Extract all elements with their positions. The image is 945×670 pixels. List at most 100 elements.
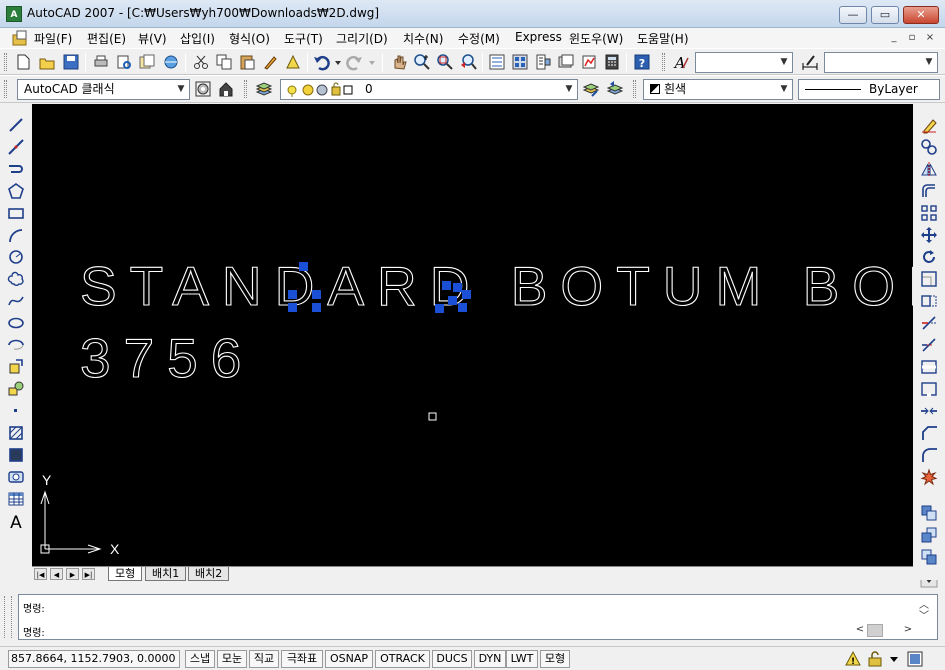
command-scroll-right-icon[interactable]: >	[901, 624, 915, 635]
rotate-icon[interactable]	[920, 248, 938, 266]
communication-center-icon[interactable]: !	[844, 650, 862, 668]
command-scroll-down-icon[interactable]: ﹀	[917, 607, 931, 622]
drawing-canvas[interactable]: STANDARD BOTUM BODY GU 3756	[32, 104, 913, 566]
join-icon[interactable]	[920, 402, 938, 420]
pan-realtime-icon[interactable]	[390, 53, 408, 71]
revision-cloud-icon[interactable]	[7, 270, 25, 288]
maximize-button[interactable]: ▭	[871, 6, 899, 24]
plot-preview-icon[interactable]	[115, 53, 133, 71]
chamfer-icon[interactable]	[920, 424, 938, 442]
tab-model[interactable]: 모형	[108, 567, 143, 581]
array-icon[interactable]	[920, 204, 938, 222]
menu-dimension[interactable]: 치수(N)	[403, 30, 443, 47]
draw-order-icon[interactable]	[920, 504, 938, 522]
gradient-icon[interactable]	[7, 446, 25, 464]
menu-modify[interactable]: 수정(M)	[458, 30, 500, 47]
fillet-icon[interactable]	[920, 446, 938, 464]
zoom-previous-icon[interactable]	[459, 53, 477, 71]
paste-icon[interactable]	[238, 53, 256, 71]
workspace-settings-icon[interactable]	[194, 80, 212, 98]
command-scroll-left-icon[interactable]: <	[853, 624, 867, 635]
menu-window[interactable]: 윈도우(W)	[569, 30, 623, 47]
zoom-window-icon[interactable]	[436, 53, 454, 71]
publish-icon[interactable]	[138, 53, 156, 71]
command-history[interactable]: 명령: 명령: ︿ ﹀ < >	[18, 594, 938, 640]
status-menu-chevron-down-icon[interactable]	[888, 652, 900, 666]
workspace-select[interactable]: AutoCAD 클래식 ▼	[17, 79, 190, 100]
model-space-drawing[interactable]: STANDARD BOTUM BODY GU 3756	[32, 104, 913, 566]
ellipse-icon[interactable]	[7, 314, 25, 332]
circle-icon[interactable]	[7, 248, 25, 266]
coordinate-readout[interactable]: 857.8664, 1152.7903, 0.0000	[8, 650, 180, 668]
minimize-button[interactable]: —	[839, 6, 867, 24]
menu-help[interactable]: 도움말(H)	[637, 30, 689, 47]
polygon-icon[interactable]	[7, 182, 25, 200]
menu-format[interactable]: 형식(O)	[229, 30, 270, 47]
insert-block-icon[interactable]	[7, 358, 25, 376]
text-style-select[interactable]: ▼	[695, 52, 793, 73]
move-icon[interactable]	[920, 226, 938, 244]
zoom-realtime-icon[interactable]	[413, 53, 431, 71]
lock-icon[interactable]	[866, 650, 884, 668]
save-icon[interactable]	[62, 53, 80, 71]
markup-set-manager-icon[interactable]	[580, 53, 598, 71]
copy-icon[interactable]	[215, 53, 233, 71]
drawing-restore-button[interactable]: ▫	[904, 31, 920, 45]
layer-properties-icon[interactable]	[255, 80, 273, 98]
command-scroll-thumb[interactable]	[867, 624, 883, 637]
toolbar-grip[interactable]	[4, 53, 7, 71]
rectangle-icon[interactable]	[7, 204, 25, 222]
menu-insert[interactable]: 삽입(I)	[180, 30, 215, 47]
3d-dwf-icon[interactable]	[162, 53, 180, 71]
line-icon[interactable]	[7, 116, 25, 134]
dimension-style-select[interactable]: ▼	[824, 52, 938, 73]
ortho-toggle[interactable]: 직교	[249, 650, 279, 668]
menu-draw[interactable]: 그리기(D)	[336, 30, 388, 47]
multiline-text-icon[interactable]: A	[7, 512, 25, 530]
drawing-minimize-button[interactable]: _	[886, 31, 902, 45]
make-layer-current-icon[interactable]	[582, 80, 600, 98]
cut-icon[interactable]	[192, 53, 210, 71]
polyline-icon[interactable]	[7, 160, 25, 178]
drawing-text-line2[interactable]: 3756	[79, 326, 254, 389]
drawing-close-button[interactable]: ×	[922, 31, 938, 45]
open-file-icon[interactable]	[38, 53, 56, 71]
grid-toggle[interactable]: 모눈	[217, 650, 247, 668]
model-toggle[interactable]: 모형	[540, 650, 570, 668]
autocad-app-icon[interactable]: A	[6, 6, 22, 22]
properties-icon[interactable]	[488, 53, 506, 71]
make-block-icon[interactable]	[7, 380, 25, 398]
tab-layout2[interactable]: 배치2	[188, 567, 230, 581]
layer-select[interactable]: 0 ▼	[280, 79, 578, 100]
construction-line-icon[interactable]	[7, 138, 25, 156]
break-at-point-icon[interactable]	[920, 358, 938, 376]
match-properties-icon[interactable]	[262, 53, 280, 71]
osnap-toggle[interactable]: OSNAP	[325, 650, 373, 668]
color-select[interactable]: 흰색 ▼	[643, 79, 793, 100]
clean-screen-icon[interactable]	[906, 650, 924, 668]
break-icon[interactable]	[920, 380, 938, 398]
my-workspace-icon[interactable]	[217, 80, 235, 98]
ducs-toggle[interactable]: DUCS	[432, 650, 472, 668]
toolbar-grip[interactable]	[4, 80, 7, 98]
trim-icon[interactable]	[920, 314, 938, 332]
linetype-select[interactable]: ByLayer	[798, 79, 940, 100]
menu-view[interactable]: 뷰(V)	[138, 30, 167, 47]
tool-palettes-icon[interactable]	[534, 53, 552, 71]
design-center-icon[interactable]	[511, 53, 529, 71]
sheet-set-manager-icon[interactable]	[557, 53, 575, 71]
extend-icon[interactable]	[920, 336, 938, 354]
scale-icon[interactable]	[920, 270, 938, 288]
send-under-icon[interactable]	[920, 548, 938, 566]
tab-last-button[interactable]: ▶|	[82, 568, 95, 580]
bring-above-icon[interactable]	[920, 526, 938, 544]
dimension-style-icon[interactable]	[801, 53, 819, 71]
hatch-icon[interactable]	[7, 424, 25, 442]
undo-dropdown-icon[interactable]	[333, 53, 343, 71]
tab-first-button[interactable]: |◀	[34, 568, 47, 580]
toolbar-grip[interactable]	[244, 80, 247, 98]
spline-icon[interactable]	[7, 292, 25, 310]
toolbar-grip[interactable]	[633, 80, 636, 98]
arc-icon[interactable]	[7, 226, 25, 244]
region-icon[interactable]	[7, 468, 25, 486]
